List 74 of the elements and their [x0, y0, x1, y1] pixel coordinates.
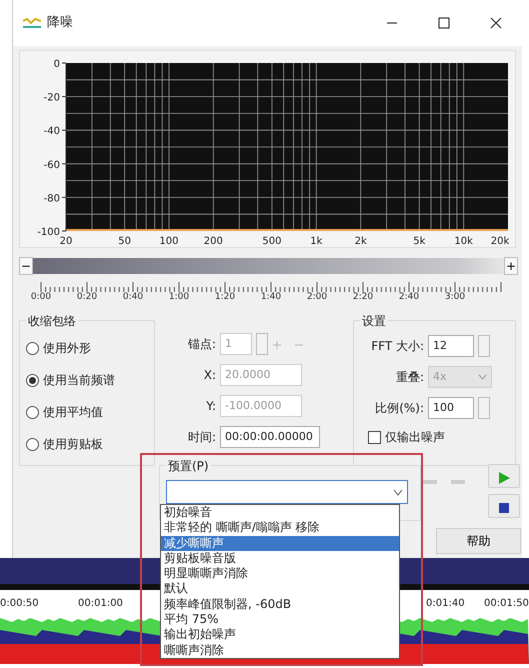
time-label: 0:00	[30, 291, 52, 304]
time-label: 0:40	[122, 291, 144, 304]
group-title: 收缩包络	[26, 312, 78, 330]
option-label: 使用当前频谱	[43, 372, 115, 389]
dropdown-value: 4x	[433, 368, 447, 385]
time-label: 1:40	[260, 291, 282, 304]
timeline-label: 00:01:00	[78, 597, 123, 611]
checkbox[interactable]	[368, 430, 381, 444]
axis-label: 10k	[454, 236, 473, 247]
axis-label: 200	[204, 236, 223, 247]
axis-label: -60	[44, 160, 60, 171]
preset-option[interactable]: 非常轻的 嘶嘶声/嗡嗡声 移除	[161, 520, 399, 536]
axis-label: 20k	[490, 236, 510, 247]
time-label: 3:00	[444, 291, 466, 304]
option-label: 使用平均值	[43, 404, 103, 421]
axis-label: 100	[159, 236, 178, 247]
stop-button[interactable]	[488, 494, 520, 518]
help-button[interactable]: 帮助	[436, 528, 521, 554]
axis-label: 50	[118, 236, 131, 247]
window-title: 降噪	[47, 14, 74, 32]
group-title: 预置(P)	[166, 457, 211, 475]
axis-label: 1k	[310, 236, 322, 247]
axis-label: -40	[44, 126, 60, 138]
caret-icon	[478, 374, 487, 380]
field-label: FFT 大小:	[370, 338, 424, 355]
field-label: 时间:	[186, 429, 216, 446]
option-label: 使用外形	[43, 340, 91, 357]
play-icon	[498, 472, 510, 484]
preset-option[interactable]: 输出初始噪声	[161, 627, 399, 643]
field-label: 锚点:	[186, 336, 216, 353]
preset-dropdown[interactable]	[166, 480, 408, 504]
field-label: 重叠:	[394, 369, 424, 386]
time-label: 2:20	[352, 291, 374, 304]
radio-button[interactable]	[26, 342, 39, 354]
time-label: 0:20	[76, 291, 98, 304]
zoom-in-button[interactable]: +	[504, 257, 518, 275]
preset-option[interactable]: 减少嘶嘶声	[161, 536, 399, 551]
field-label: Y:	[205, 398, 216, 415]
input-field[interactable]: 12	[428, 335, 474, 357]
maximize-icon[interactable]	[437, 16, 451, 30]
scrollbar-thumb[interactable]	[33, 258, 504, 274]
timeline-label: 0:01:40	[426, 597, 465, 611]
play-button[interactable]	[488, 464, 520, 488]
preset-option[interactable]: 默认	[161, 581, 399, 597]
stop-icon	[499, 502, 509, 513]
radio-button[interactable]	[26, 406, 39, 418]
field-label: 比例(%):	[374, 400, 424, 417]
checkbox-label: 仅输出噪声	[385, 429, 445, 446]
axis-label: 5k	[413, 236, 426, 247]
input-field[interactable]: 100	[428, 397, 474, 419]
app-icon	[23, 18, 41, 28]
axis-label: -100	[37, 227, 60, 238]
zoom-out-button[interactable]: −	[19, 257, 33, 275]
radio-button[interactable]	[26, 438, 39, 450]
preset-option[interactable]: 平均 75%	[161, 612, 399, 628]
caret-icon	[393, 488, 403, 496]
time-label: 1:00	[168, 291, 190, 304]
axis-label: 500	[262, 236, 282, 247]
preset-option[interactable]: 频率峰值限制器, -60dB	[161, 596, 399, 612]
field-label: X:	[202, 367, 216, 384]
radio-button[interactable]	[26, 374, 39, 386]
axis-label: 20	[60, 236, 72, 247]
timeline-label: 00:01:50	[484, 597, 529, 611]
axis-label: -20	[44, 92, 60, 104]
time-label: 2:00	[306, 291, 328, 304]
axis-label: 2k	[354, 236, 367, 247]
axis-label: 0	[54, 59, 60, 70]
time-label: 2:40	[398, 291, 420, 304]
option-label: 使用剪贴板	[43, 436, 103, 453]
preset-option[interactable]: 剪贴板噪音版	[161, 550, 399, 566]
timeline-label: 0:00:50	[0, 597, 39, 611]
axis-label: -80	[44, 193, 60, 204]
close-icon[interactable]	[489, 16, 503, 30]
time-label: 1:20	[214, 291, 236, 304]
